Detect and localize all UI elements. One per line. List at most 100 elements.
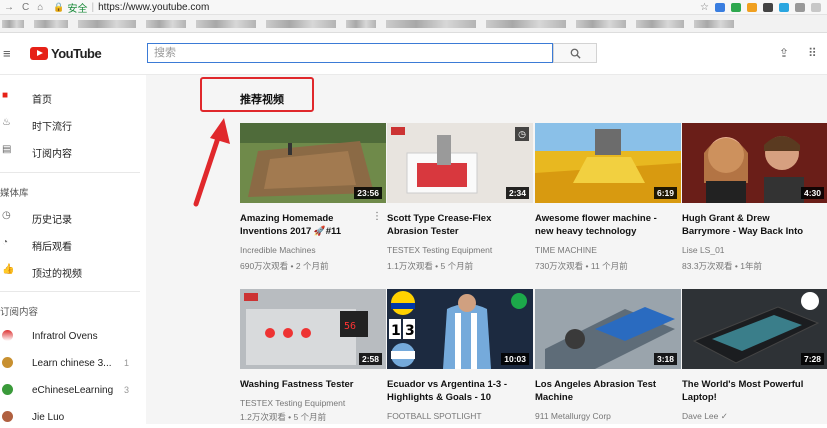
video-thumbnail[interactable]: 56 2:58 [240,289,386,369]
bookmark-item[interactable] [486,19,566,28]
library-heading: 媒体库 [0,188,29,199]
sidebar-item-history[interactable]: ◷ 历史记录 [0,207,146,227]
video-title-line2[interactable]: Abrasion Tester [387,225,533,238]
channel-name[interactable]: 911 Metallurgy Corp [535,411,611,421]
sidebar-item-channel[interactable]: Infratrol Ovens [0,327,146,347]
upload-icon[interactable]: ⇪ [779,46,789,60]
avatar [2,357,13,368]
channel-name[interactable]: Lise LS_01 [682,245,725,255]
search-input[interactable]: 搜索 [147,43,553,63]
extension-icon[interactable] [731,2,741,12]
search-button[interactable] [553,43,597,63]
apps-grid-icon[interactable]: ⠿ [808,46,817,60]
channel-name: Learn chinese 3... [32,358,112,369]
bookmark-item[interactable] [694,19,734,28]
channel-name: eChineseLearning [32,385,114,396]
sidebar-item-channel[interactable]: eChineseLearning 3 [0,381,146,401]
bookmark-item[interactable] [2,19,24,28]
home-icon: ■ [2,90,9,101]
subscriptions-icon: ▤ [2,144,12,155]
video-title[interactable]: Amazing Homemade [240,212,386,225]
bookmark-item[interactable] [636,19,684,28]
more-options-icon[interactable]: ⋮ [372,211,382,222]
sidebar-item-liked[interactable]: 👍 顶过的视频 [0,261,146,281]
history-icon: ◷ [2,210,11,221]
bookmark-item[interactable] [196,19,256,28]
video-title[interactable]: The World's Most Powerful [682,378,827,391]
video-meta: 690万次观看 • 2 个月前 [240,261,329,271]
new-count: 3 [124,385,130,395]
channel-name[interactable]: FOOTBALL SPOTLIGHT [387,411,482,421]
sidebar-divider [0,172,140,173]
bookmark-item[interactable] [78,19,136,28]
bookmark-item[interactable] [266,19,336,28]
bookmark-item[interactable] [386,19,476,28]
extension-icon[interactable] [779,2,789,12]
video-title[interactable]: Ecuador vs Argentina 1-3 - [387,378,533,391]
menu-icon[interactable]: ≡ [3,46,11,61]
video-thumbnail[interactable]: 23:56 [240,123,386,203]
avatar [2,330,13,341]
channel-name[interactable]: Dave Lee ✓ [682,411,728,422]
video-title-line2[interactable]: Highlights & Goals - 10 [387,391,533,404]
extension-icon[interactable] [763,2,773,12]
sidebar-item-label: 历史记录 [32,215,72,226]
new-count: 1 [124,358,130,368]
bookmark-item[interactable] [34,19,68,28]
channel-name[interactable]: TESTEX Testing Equipment [240,398,345,408]
watch-later-icon[interactable]: ◷ [515,127,529,141]
video-title-line2[interactable]: Barrymore - Way Back Into [682,225,827,238]
channel-name[interactable]: TESTEX Testing Equipment [387,245,492,255]
sidebar: ■ 首页 ♨ 时下流行 ▤ 订阅内容 媒体库 ◷ 历史记录 ◔ 稍后观看 👍 顶… [0,75,146,424]
sidebar-item-trending[interactable]: ♨ 时下流行 [0,114,146,134]
extension-icon[interactable] [715,2,725,12]
video-meta: 83.3万次观看 • 1年前 [682,261,762,271]
star-icon[interactable]: ☆ [700,2,709,13]
video-thumbnail[interactable]: 2:34 ◷ [387,123,533,203]
youtube-logo[interactable]: YouTube [30,46,102,61]
video-thumbnail[interactable]: 3:18 [535,289,681,369]
secure-label: 安全 [67,3,88,15]
bookmark-item[interactable] [576,19,626,28]
extension-icon[interactable] [811,2,821,12]
channel-name[interactable]: TIME MACHINE [535,245,597,255]
sidebar-item-home[interactable]: ■ 首页 [0,87,146,107]
channel-name[interactable]: Incredible Machines [240,245,316,255]
video-title[interactable]: Awesome flower machine - [535,212,681,225]
extensions-bar: ☆ [700,2,821,13]
sidebar-item-label: 顶过的视频 [32,269,82,280]
video-title-line2[interactable]: new heavy technology [535,225,681,238]
browser-nav: → C ⌂ [4,2,43,13]
video-title-line2[interactable]: Laptop! [682,391,827,404]
video-thumbnail[interactable]: 1 3 10:03 [387,289,533,369]
bookmark-item[interactable] [146,19,186,28]
flame-icon: ♨ [2,117,11,128]
home-icon[interactable]: ⌂ [37,2,43,13]
bookmarks-bar [0,15,827,33]
sidebar-item-label: 订阅内容 [32,149,72,160]
browser-address-bar: → C ⌂ 🔒 安全 | https://www.youtube.com ☆ [0,0,827,15]
video-title[interactable]: Los Angeles Abrasion Test [535,378,681,391]
video-thumbnail[interactable]: 4:30 [682,123,827,203]
duration-badge: 10:03 [501,353,529,365]
back-icon[interactable]: → [4,2,14,13]
url-field[interactable]: https://www.youtube.com [98,2,209,13]
extension-icon[interactable] [747,2,757,12]
video-title-line2[interactable]: Machine [535,391,681,404]
sidebar-item-channel[interactable]: Jie Luo [0,408,146,428]
sidebar-divider [0,291,140,292]
sidebar-item-label: 稍后观看 [32,242,72,253]
reload-icon[interactable]: C [22,2,29,13]
video-title-line2[interactable]: Inventions 2017 🚀#11 [240,225,386,238]
svg-text:3: 3 [405,323,415,339]
video-thumbnail[interactable]: 7:28 [682,289,827,369]
video-thumbnail[interactable]: 6:19 [535,123,681,203]
sidebar-item-channel[interactable]: Learn chinese 3... 1 [0,354,146,374]
video-title[interactable]: Washing Fastness Tester [240,378,386,391]
video-title[interactable]: Scott Type Crease-Flex [387,212,533,225]
video-title[interactable]: Hugh Grant & Drew [682,212,827,225]
bookmark-item[interactable] [346,19,376,28]
sidebar-item-subscriptions[interactable]: ▤ 订阅内容 [0,141,146,161]
sidebar-item-watch-later[interactable]: ◔ 稍后观看 [0,234,146,254]
extension-icon[interactable] [795,2,805,12]
